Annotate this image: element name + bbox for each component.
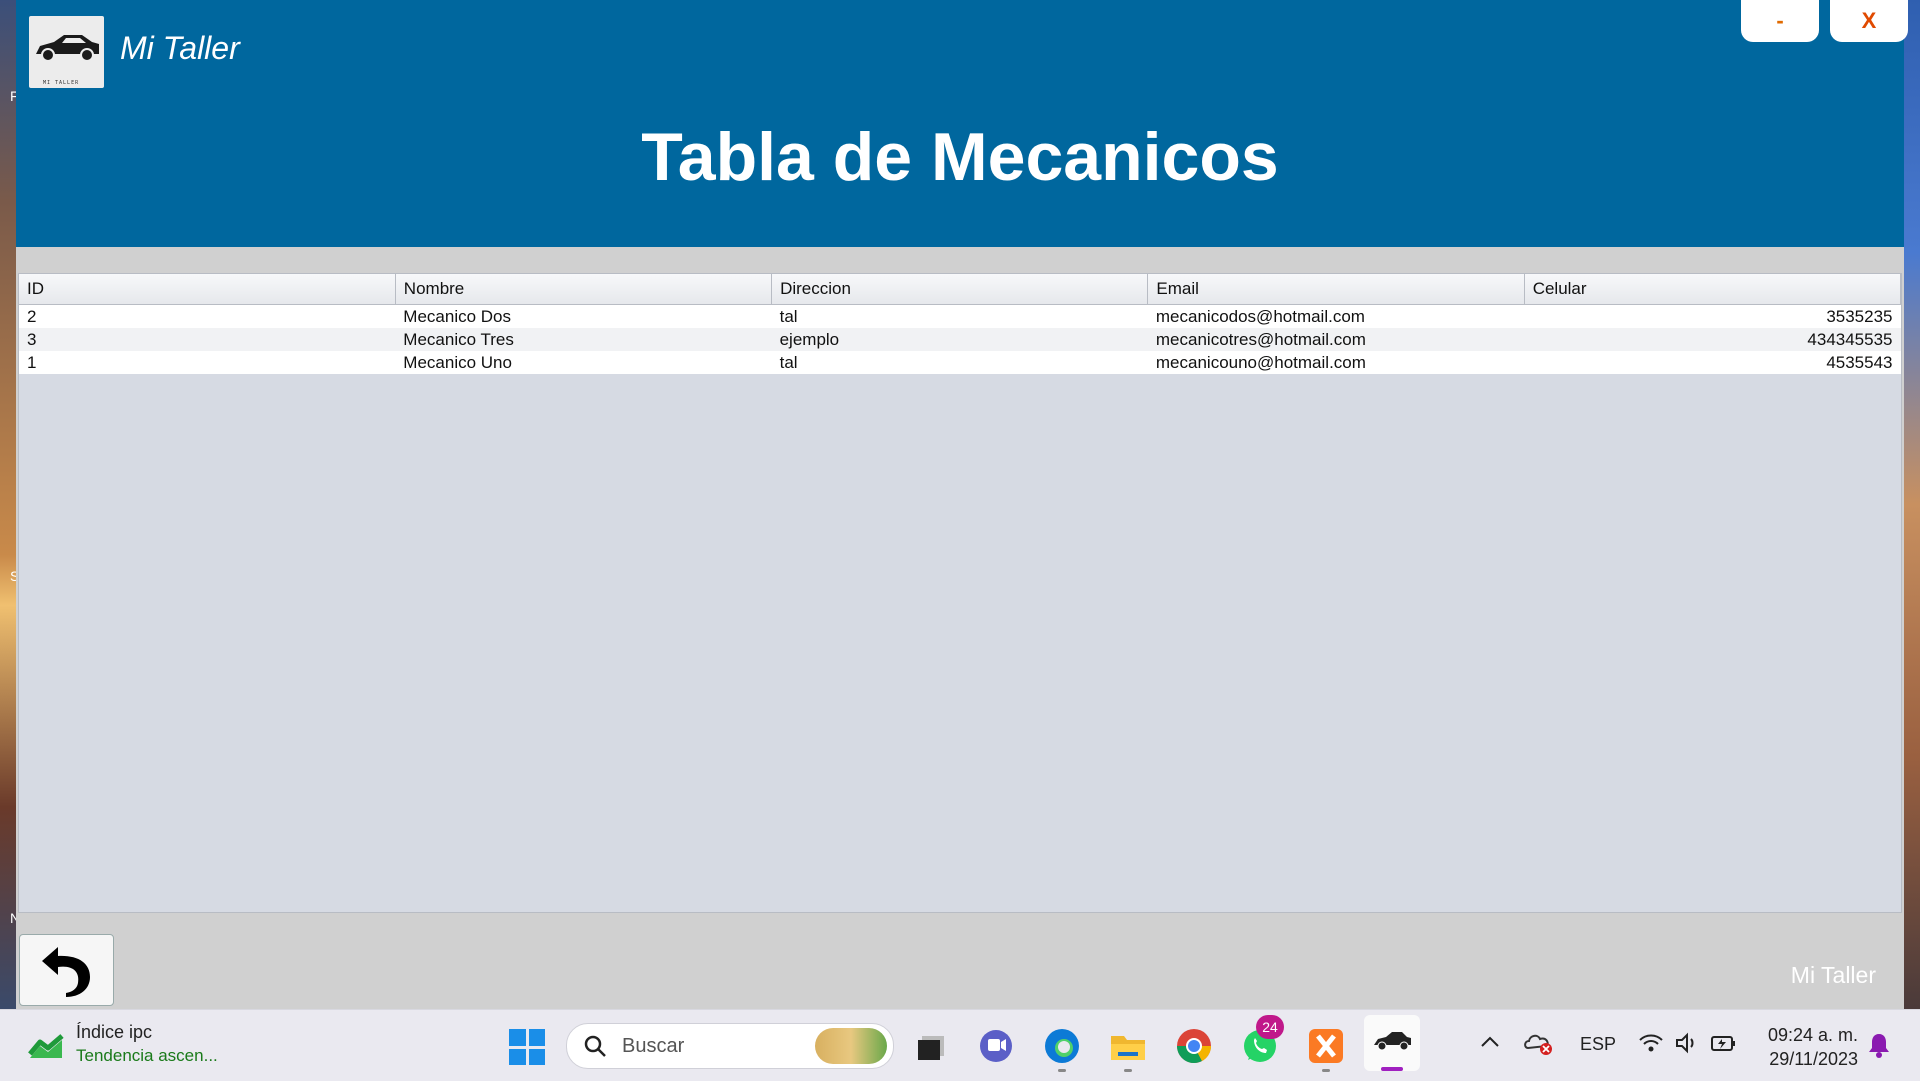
mechanics-table: ID Nombre Direccion Email Celular 2 Meca… (19, 274, 1902, 374)
desktop-wallpaper-left: F S N (0, 0, 20, 1009)
stock-chart-icon[interactable] (28, 1032, 64, 1063)
app-header: MI TALLER Mi Taller Tabla de Mecanicos -… (16, 0, 1908, 247)
task-view-icon[interactable] (910, 1026, 950, 1066)
desktop-wallpaper-right (1904, 0, 1920, 1009)
table-row[interactable]: 2 Mecanico Dos tal mecanicodos@hotmail.c… (19, 304, 1901, 328)
table-header-row: ID Nombre Direccion Email Celular (19, 274, 1902, 305)
chevron-up-icon[interactable] (1480, 1034, 1500, 1053)
close-button[interactable]: X (1830, 0, 1908, 42)
column-header-email[interactable]: Email (1147, 274, 1525, 305)
app-window: MI TALLER Mi Taller Tabla de Mecanicos -… (16, 0, 1908, 1009)
mechanics-table-panel: ID Nombre Direccion Email Celular 2 Meca… (18, 273, 1902, 913)
running-indicator (1124, 1069, 1132, 1072)
windows-start-icon[interactable] (509, 1029, 545, 1065)
file-explorer-icon[interactable] (1108, 1026, 1148, 1066)
table-row[interactable]: 3 Mecanico Tres ejemplo mecanicotres@hot… (19, 328, 1901, 351)
cell-celular: 4535543 (1524, 351, 1901, 374)
chrome-icon[interactable] (1174, 1026, 1214, 1066)
cell-celular: 434345535 (1524, 328, 1901, 351)
edge-browser-icon[interactable] (1042, 1026, 1082, 1066)
notification-bell-icon[interactable] (1868, 1032, 1890, 1063)
search-highlight-image (815, 1028, 887, 1064)
cell-id: 1 (19, 351, 396, 374)
cell-id: 2 (19, 304, 396, 328)
xampp-icon[interactable] (1306, 1026, 1346, 1066)
cell-email: mecanicouno@hotmail.com (1147, 351, 1525, 374)
logo-text: MI TALLER (43, 80, 80, 86)
column-header-nombre[interactable]: Nombre (395, 274, 773, 305)
undo-arrow-icon (42, 947, 90, 997)
minimize-button[interactable]: - (1741, 0, 1819, 42)
column-header-id[interactable]: ID (19, 274, 396, 305)
cell-nombre: Mecanico Uno (395, 351, 772, 374)
car-app-icon (1374, 1032, 1411, 1051)
active-app-indicator (1381, 1067, 1403, 1071)
cell-nombre: Mecanico Dos (395, 304, 772, 328)
language-indicator[interactable]: ESP (1580, 1034, 1616, 1055)
footer-brand: Mi Taller (1790, 962, 1876, 988)
whatsapp-notification-badge: 24 (1256, 1015, 1284, 1039)
cell-email: mecanicotres@hotmail.com (1147, 328, 1525, 351)
app-title: Mi Taller (120, 30, 240, 66)
cell-celular: 3535235 (1524, 304, 1901, 328)
volume-icon[interactable] (1674, 1032, 1700, 1059)
page-title: Tabla de Mecanicos (641, 119, 1279, 195)
mi-taller-taskbar-button[interactable] (1364, 1015, 1420, 1071)
column-header-direccion[interactable]: Direccion (771, 274, 1149, 305)
wifi-icon[interactable] (1638, 1032, 1664, 1059)
clock-time: 09:24 a. m. (1767, 1025, 1858, 1045)
running-indicator (1058, 1069, 1066, 1072)
table-row[interactable]: 1 Mecanico Uno tal mecanicouno@hotmail.c… (19, 351, 1901, 374)
cell-id: 3 (19, 328, 396, 351)
search-icon (584, 1035, 606, 1057)
taskbar-search[interactable]: Buscar (566, 1023, 894, 1069)
cell-direccion: ejemplo (771, 328, 1148, 351)
widget-subtitle[interactable]: Tendencia ascen... (76, 1046, 218, 1066)
teams-chat-icon[interactable] (976, 1026, 1016, 1066)
cell-email: mecanicodos@hotmail.com (1147, 304, 1525, 328)
app-logo: MI TALLER (29, 16, 104, 88)
back-button[interactable] (19, 934, 114, 1006)
clock[interactable]: 09:24 a. m. 29/11/2023 (1762, 1023, 1858, 1071)
search-placeholder: Buscar (622, 1035, 685, 1057)
clock-date: 29/11/2023 (1769, 1049, 1858, 1069)
car-logo-icon (36, 35, 99, 62)
widget-title[interactable]: Índice ipc (76, 1022, 152, 1043)
onedrive-error-icon[interactable] (1524, 1030, 1554, 1061)
taskbar: Índice ipc Tendencia ascen... Buscar 24 (0, 1009, 1920, 1081)
column-header-celular[interactable]: Celular (1524, 274, 1902, 305)
cell-direccion: tal (771, 351, 1148, 374)
running-indicator (1322, 1069, 1330, 1072)
cell-direccion: tal (771, 304, 1148, 328)
cell-nombre: Mecanico Tres (395, 328, 772, 351)
battery-icon[interactable] (1710, 1032, 1738, 1059)
